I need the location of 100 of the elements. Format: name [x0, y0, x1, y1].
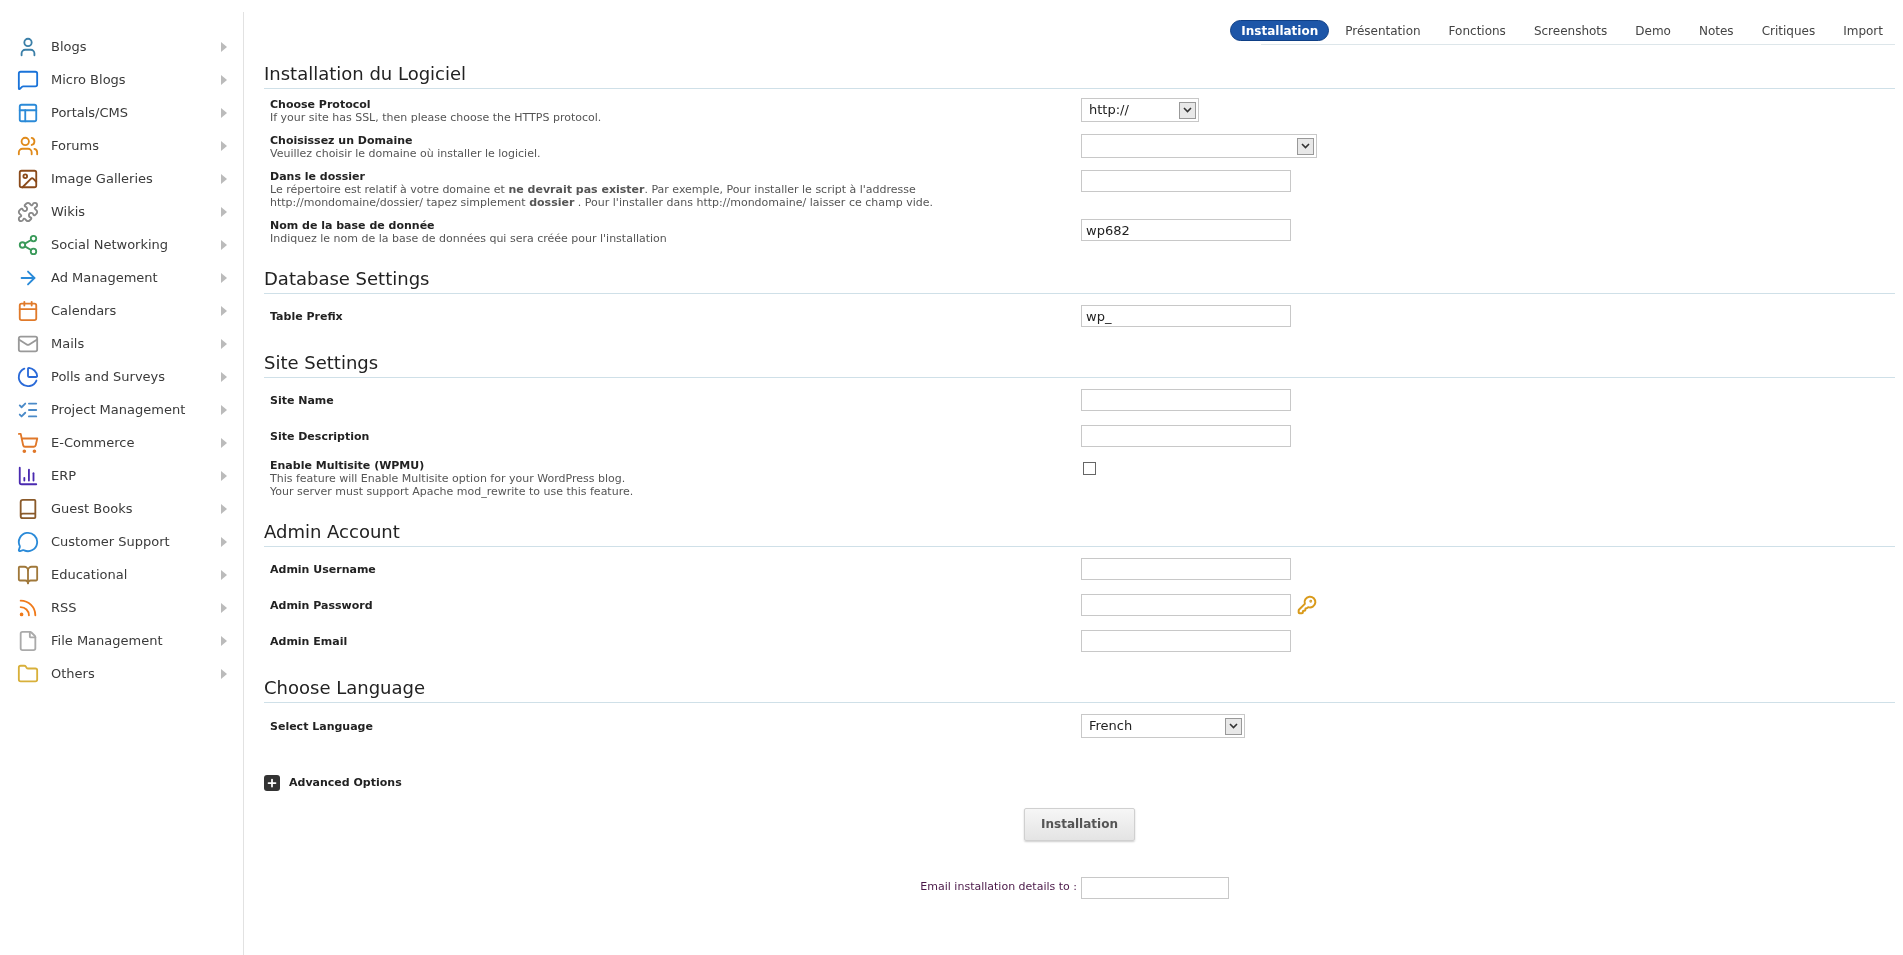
section-heading: Database Settings — [264, 268, 1895, 294]
bar-chart-icon — [17, 464, 39, 487]
field-description: Indiquez le nom de la base de données qui sera créée pour l'installation — [270, 232, 668, 245]
tab[interactable]: Notes — [1686, 20, 1746, 41]
tab[interactable]: Import — [1831, 20, 1895, 41]
chevron-icon — [221, 404, 227, 415]
email-details-label: Email installation details to : — [919, 879, 1078, 896]
chevron-icon — [221, 206, 227, 217]
sidebar-item[interactable]: Blogs — [0, 30, 243, 63]
text-field[interactable] — [1081, 389, 1291, 411]
dropdown-caret-icon — [1179, 101, 1196, 119]
chevron-icon — [221, 503, 227, 514]
window-icon — [17, 101, 39, 124]
field-label: Nom de la base de donnée — [270, 219, 436, 232]
tab[interactable]: Critiques — [1749, 20, 1828, 41]
field-label: Choisissez un Domaine — [270, 134, 414, 147]
advanced-options-toggle[interactable]: Advanced Options — [264, 775, 402, 792]
chevron-icon — [221, 470, 227, 481]
chevron-icon — [221, 107, 227, 118]
chevron-icon — [221, 41, 227, 52]
sidebar-item[interactable]: Ad Management — [0, 261, 243, 294]
chevron-icon — [221, 305, 227, 316]
sidebar-item[interactable]: Polls and Surveys — [0, 360, 243, 393]
dropdown[interactable]: French — [1081, 714, 1245, 738]
puzzle-piece-icon — [17, 200, 39, 223]
field-description: If your site has SSL, then please choose the HTTPS protocol. — [270, 111, 603, 124]
shopping-cart-icon — [17, 431, 39, 454]
section-heading: Admin Account — [264, 521, 1895, 547]
dropdown[interactable] — [1081, 134, 1317, 158]
open-book-icon — [17, 563, 39, 586]
chat-bubble-icon — [17, 68, 39, 91]
key-icon[interactable] — [1297, 595, 1317, 615]
sidebar-item[interactable]: Educational — [0, 558, 243, 591]
field-label: Dans le dossier — [270, 170, 366, 183]
book-icon — [17, 497, 39, 520]
chevron-icon — [221, 338, 227, 349]
sidebar-item[interactable]: RSS — [0, 591, 243, 624]
picture-icon — [17, 167, 39, 190]
dropdown-caret-icon — [1225, 717, 1242, 735]
chevron-icon — [221, 569, 227, 580]
text-field[interactable] — [1081, 425, 1291, 447]
chevron-icon — [221, 140, 227, 151]
sidebar-item[interactable]: Project Management — [0, 393, 243, 426]
section-heading: Choose Language — [264, 677, 1895, 703]
people-icon — [17, 134, 39, 157]
field-label: Table Prefix — [270, 309, 343, 323]
folder-icon — [17, 662, 39, 685]
chevron-icon — [221, 239, 227, 250]
chevron-icon — [221, 536, 227, 547]
sidebar-item[interactable]: Image Galleries — [0, 162, 243, 195]
tab[interactable]: Screenshots — [1521, 20, 1620, 41]
field-label: Site Name — [270, 393, 334, 407]
tab[interactable]: Fonctions — [1436, 20, 1518, 41]
share-icon — [17, 233, 39, 256]
sidebar-item[interactable]: E-Commerce — [0, 426, 243, 459]
dropdown[interactable]: http:// — [1081, 98, 1199, 122]
text-field[interactable] — [1081, 630, 1291, 652]
field-label: Choose Protocol — [270, 98, 372, 111]
sidebar-item[interactable]: Calendars — [0, 294, 243, 327]
sidebar-item[interactable]: Mails — [0, 327, 243, 360]
document-icon — [17, 629, 39, 652]
chevron-icon — [221, 371, 227, 382]
sidebar-item[interactable]: Social Networking — [0, 228, 243, 261]
chevron-icon — [221, 635, 227, 646]
field-description: Veuillez choisir le domaine où installer le logiciel. — [270, 147, 542, 160]
tab[interactable]: Installation — [1230, 20, 1330, 41]
chevron-icon — [221, 173, 227, 184]
pie-chart-icon — [17, 365, 39, 388]
field-label: Select Language — [270, 719, 373, 733]
install-button[interactable]: Installation — [1024, 807, 1135, 841]
sidebar-item[interactable]: Micro Blogs — [0, 63, 243, 96]
section-heading: Site Settings — [264, 352, 1895, 378]
chevron-icon — [221, 437, 227, 448]
sidebar-item[interactable]: File Management — [0, 624, 243, 657]
sidebar-item[interactable]: Wikis — [0, 195, 243, 228]
password-field[interactable] — [1081, 594, 1291, 616]
email-field[interactable] — [1081, 876, 1229, 899]
field-description: Le répertoire est relatif à votre domaine et ne devrait pas exister. Par exemple, Pour installer le script à l'addresse http://mondomaine/dossier/ tapez simplement dossier . Pour l'installer dans http://mondomaine/ laisser ce champ vide. — [270, 183, 934, 209]
text-field[interactable] — [1081, 558, 1291, 580]
sidebar-item[interactable]: Others — [0, 657, 243, 690]
chevron-icon — [221, 74, 227, 85]
sidebar-item[interactable]: Forums — [0, 129, 243, 162]
sidebar-item[interactable]: ERP — [0, 459, 243, 492]
sidebar-item[interactable]: Guest Books — [0, 492, 243, 525]
field-label: Admin Password — [270, 598, 373, 612]
text-field[interactable]: wp682 — [1081, 219, 1291, 241]
tab[interactable]: Présentation — [1333, 20, 1433, 41]
calendar-icon — [17, 299, 39, 322]
dropdown-caret-icon — [1297, 137, 1314, 155]
checkbox[interactable] — [1083, 462, 1096, 475]
sidebar-item[interactable]: Customer Support — [0, 525, 243, 558]
field-label: Enable Multisite (WPMU) — [270, 459, 426, 472]
text-field[interactable]: wp_ — [1081, 305, 1291, 327]
text-field[interactable] — [1081, 170, 1291, 192]
speech-bubble-icon — [17, 530, 39, 553]
sidebar-item[interactable]: Portals/CMS — [0, 96, 243, 129]
field-label: Site Description — [270, 429, 370, 443]
chevron-icon — [221, 668, 227, 679]
tab[interactable]: Demo — [1623, 20, 1683, 41]
field-description: This feature will Enable Multisite option for your WordPress blog. Your server must support Apache mod_rewrite to use this feature. — [270, 472, 635, 498]
